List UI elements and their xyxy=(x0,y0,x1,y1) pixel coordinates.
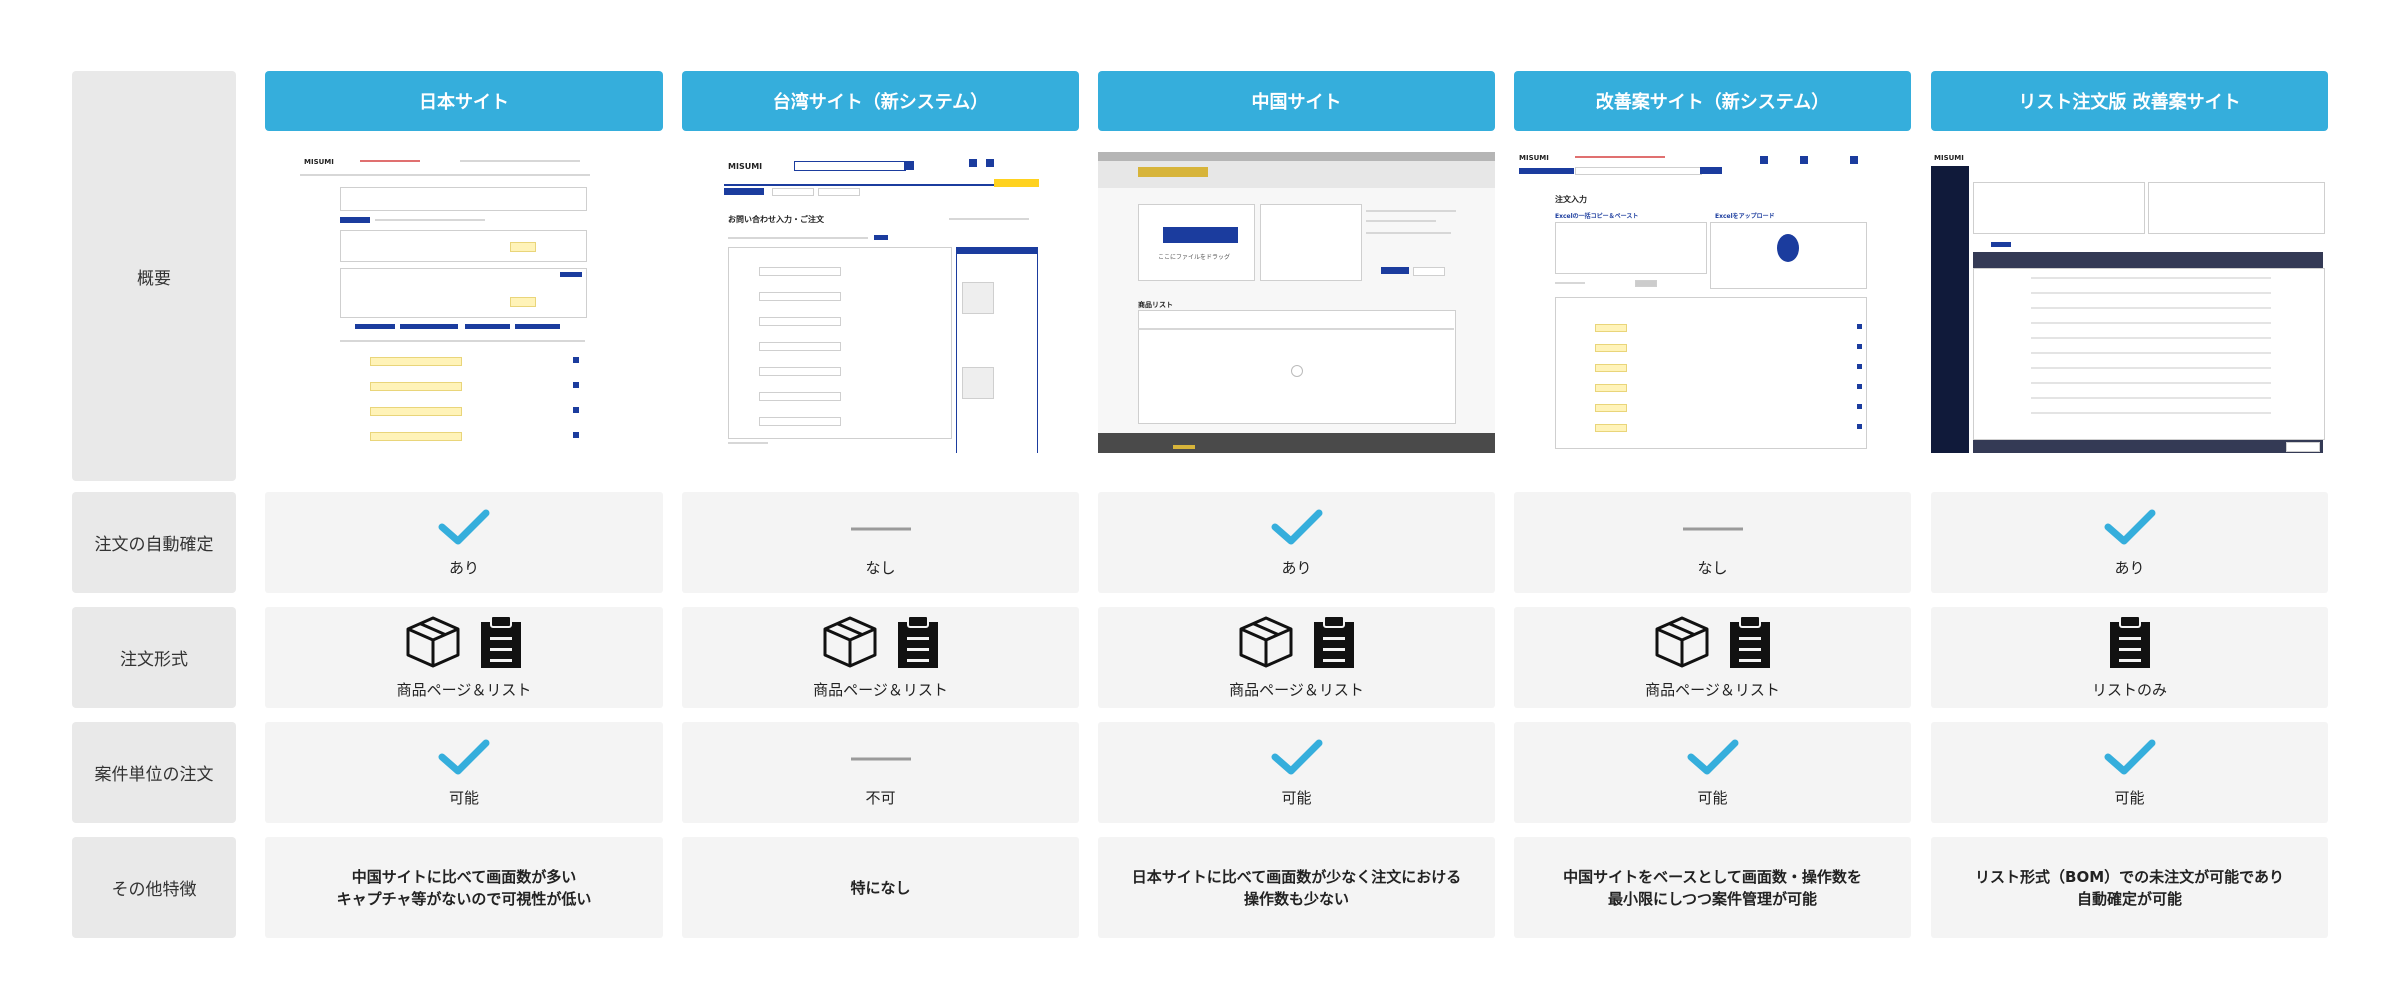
brand-logo: MISUMI xyxy=(1519,154,1549,162)
other-feature-line: リスト形式（BOM）での未注文が可能であり xyxy=(1975,867,2284,886)
auto-confirm-value: なし xyxy=(1697,559,1728,577)
checkmark-icon xyxy=(1270,507,1324,551)
clipboard-icon xyxy=(1728,615,1772,673)
cell-order-format-japan: 商品ページ＆リスト xyxy=(265,607,663,708)
row-label-overview: 概要 xyxy=(72,71,236,481)
cell-project-order-taiwan: 不可 xyxy=(682,722,1079,823)
box-icon xyxy=(405,615,461,673)
paste-label: Excelの一括コピー＆ペースト xyxy=(1555,213,1639,220)
other-feature-line: 中国サイトに比べて画面数が多い xyxy=(351,867,577,886)
order-format-value: リストのみ xyxy=(2091,681,2167,699)
page-heading: 注文入力 xyxy=(1555,195,1587,204)
row-label-project-order: 案件単位の注文 xyxy=(72,722,236,823)
other-feature-line: キャプチャ等がないので可視性が低い xyxy=(336,889,592,908)
cell-other-proposal: 中国サイトをベースとして画面数・操作数を 最小限にしつつ案件管理が可能 xyxy=(1514,837,1911,938)
project-order-value: 可能 xyxy=(2114,789,2145,807)
other-feature-line: 特になし xyxy=(850,878,911,897)
project-order-value: 可能 xyxy=(1697,789,1728,807)
checkmark-icon xyxy=(2103,507,2157,551)
auto-confirm-value: なし xyxy=(865,559,896,577)
cell-auto-confirm-taiwan: なし xyxy=(682,492,1079,593)
cell-project-order-china: 可能 xyxy=(1098,722,1495,823)
screenshot-taiwan-site: MISUMI お問い合わせ入力・ご注文 xyxy=(724,152,1039,453)
cell-order-format-taiwan: 商品ページ＆リスト xyxy=(682,607,1079,708)
row-label-order-format: 注文形式 xyxy=(72,607,236,708)
column-header-japan: 日本サイト xyxy=(265,71,663,131)
auto-confirm-value: あり xyxy=(1281,559,1312,577)
project-order-value: 不可 xyxy=(865,789,896,807)
order-format-value: 商品ページ＆リスト xyxy=(813,681,948,699)
cell-order-format-proposal: 商品ページ＆リスト xyxy=(1514,607,1911,708)
dash-icon xyxy=(1682,507,1743,551)
screenshot-china-site: ここにファイルをドラッグ 商品リスト xyxy=(1098,152,1495,453)
cell-project-order-list-version: 可能 xyxy=(1931,722,2328,823)
checkmark-icon xyxy=(437,737,491,781)
clipboard-icon xyxy=(479,615,523,673)
screenshot-list-version-site: MISUMI xyxy=(1931,152,2328,453)
cell-other-china: 日本サイトに比べて画面数が少なく注文における 操作数も少ない xyxy=(1098,837,1495,938)
checkmark-icon xyxy=(437,507,491,551)
checkmark-icon xyxy=(1686,737,1740,781)
cell-project-order-japan: 可能 xyxy=(265,722,663,823)
cell-auto-confirm-japan: あり xyxy=(265,492,663,593)
brand-logo: MISUMI xyxy=(304,158,334,166)
other-feature-line: 操作数も少ない xyxy=(1243,889,1349,908)
order-format-value: 商品ページ＆リスト xyxy=(1645,681,1780,699)
screenshot-japan-site: MISUMI xyxy=(300,152,590,453)
upload-label: Excelをアップロード xyxy=(1715,213,1775,220)
other-feature-line: 中国サイトをベースとして画面数・操作数を xyxy=(1563,867,1862,886)
order-format-value: 商品ページ＆リスト xyxy=(396,681,532,699)
clipboard-icon xyxy=(1312,615,1356,673)
page-heading: お問い合わせ入力・ご注文 xyxy=(728,215,824,224)
list-title: 商品リスト xyxy=(1138,301,1173,309)
auto-confirm-value: あり xyxy=(448,559,479,577)
cell-auto-confirm-list-version: あり xyxy=(1931,492,2328,593)
cell-auto-confirm-china: あり xyxy=(1098,492,1495,593)
dash-icon xyxy=(850,737,911,781)
other-feature-line: 最小限にしつつ案件管理が可能 xyxy=(1607,889,1818,908)
row-label-other: その他特徴 xyxy=(72,837,236,938)
project-order-value: 可能 xyxy=(448,789,479,807)
cell-other-taiwan: 特になし xyxy=(682,837,1079,938)
row-label-auto-confirm: 注文の自動確定 xyxy=(72,492,236,593)
cell-project-order-proposal: 可能 xyxy=(1514,722,1911,823)
project-order-value: 可能 xyxy=(1281,789,1312,807)
brand-logo: MISUMI xyxy=(728,162,763,171)
box-icon xyxy=(1238,615,1294,673)
order-format-value: 商品ページ＆リスト xyxy=(1229,681,1364,699)
clipboard-icon xyxy=(896,615,940,673)
auto-confirm-value: あり xyxy=(2114,559,2145,577)
screenshot-proposal-site: MISUMI 注文入力 Excelの一括コピー＆ペースト Excelをアップロー… xyxy=(1515,152,1912,453)
cell-order-format-list-version: リストのみ xyxy=(1931,607,2328,708)
column-header-taiwan: 台湾サイト（新システム） xyxy=(682,71,1079,131)
box-icon xyxy=(1654,615,1710,673)
cell-order-format-china: 商品ページ＆リスト xyxy=(1098,607,1495,708)
clipboard-icon xyxy=(2108,615,2152,673)
other-feature-line: 日本サイトに比べて画面数が少なく注文における xyxy=(1131,867,1462,886)
dash-icon xyxy=(850,507,911,551)
cell-other-japan: 中国サイトに比べて画面数が多い キャプチャ等がないので可視性が低い xyxy=(265,837,663,938)
column-header-china: 中国サイト xyxy=(1098,71,1495,131)
cell-auto-confirm-proposal: なし xyxy=(1514,492,1911,593)
column-header-proposal: 改善案サイト（新システム） xyxy=(1514,71,1911,131)
cell-other-list-version: リスト形式（BOM）での未注文が可能であり 自動確定が可能 xyxy=(1931,837,2328,938)
other-feature-line: 自動確定が可能 xyxy=(2076,889,2182,908)
checkmark-icon xyxy=(1270,737,1324,781)
box-icon xyxy=(822,615,878,673)
upload-label: ここにファイルをドラッグ xyxy=(1158,254,1231,261)
column-header-list-version: リスト注文版 改善案サイト xyxy=(1931,71,2328,131)
checkmark-icon xyxy=(2103,737,2157,781)
brand-logo: MISUMI xyxy=(1934,154,1964,162)
